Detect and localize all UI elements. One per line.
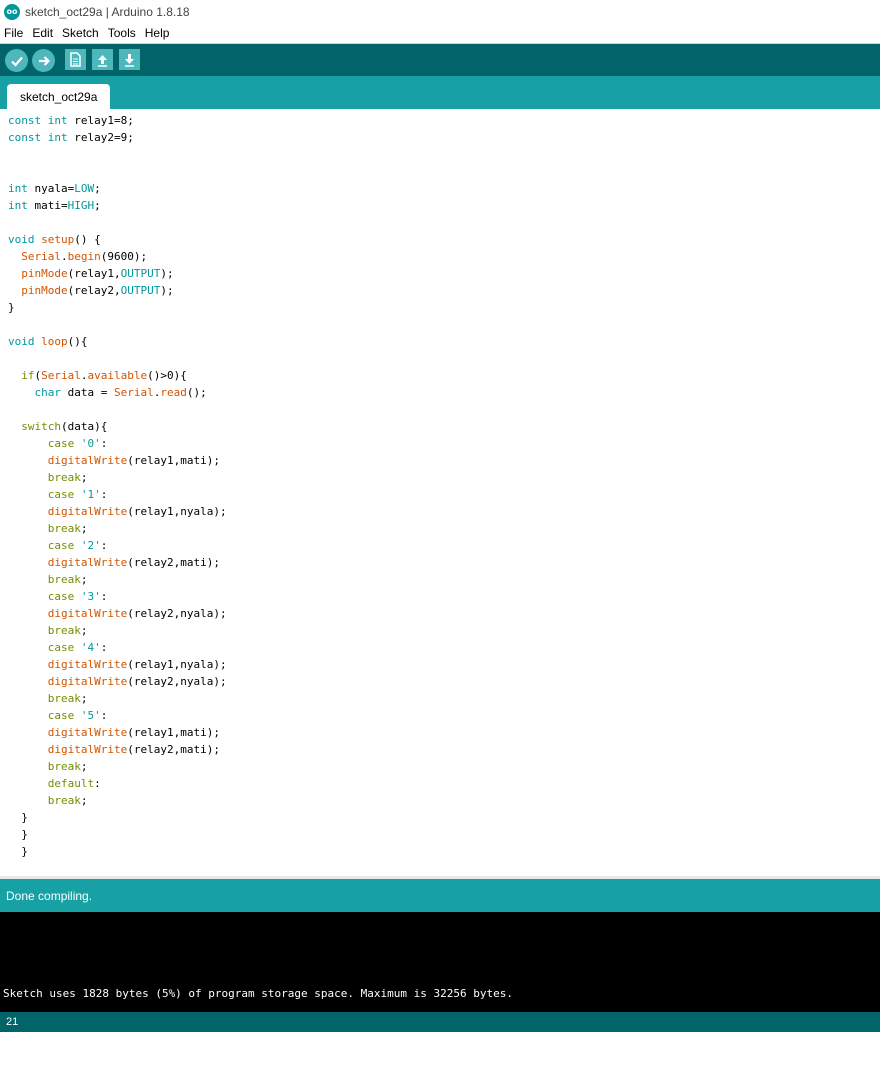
menu-sketch[interactable]: Sketch (58, 26, 104, 40)
code-line: case '0': (47, 437, 108, 450)
code-line: break; (47, 573, 88, 586)
console-line: Global variables use 184 bytes (8%) of d… (3, 1038, 778, 1051)
code-line: switch(data){ (21, 420, 108, 433)
code-line: pinMode(relay1,OUTPUT); (21, 267, 174, 280)
code-line: case '3': (47, 590, 108, 603)
code-line: digitalWrite(relay2,mati); (47, 743, 220, 756)
menu-edit[interactable]: Edit (28, 26, 58, 40)
code-line: const int relay2=9; (8, 131, 134, 144)
menu-help[interactable]: Help (141, 26, 175, 40)
console-output[interactable]: Sketch uses 1828 bytes (5%) of program s… (0, 912, 880, 1051)
code-line: digitalWrite(relay1,mati); (47, 454, 220, 467)
tab-bar: sketch_oct29a (0, 76, 880, 109)
line-number: 21 (6, 1016, 19, 1028)
code-text: const int relay1=8; const int relay2=9; i… (8, 112, 227, 860)
code-line: } (8, 828, 28, 841)
code-line: digitalWrite(relay1,nyala); (47, 658, 227, 671)
open-button[interactable] (92, 49, 113, 70)
code-line: Serial.begin(9600); (21, 250, 148, 263)
title-bar: oo sketch_oct29a | Arduino 1.8.18 (0, 0, 880, 23)
code-line: int nyala=LOW; (8, 182, 101, 195)
code-line: break; (47, 692, 88, 705)
window-title: sketch_oct29a | Arduino 1.8.18 (25, 4, 190, 19)
code-line: } (8, 845, 28, 858)
code-line: void setup() { (8, 233, 101, 246)
code-line: break; (47, 794, 88, 807)
menu-tools[interactable]: Tools (104, 26, 141, 40)
code-line: case '2': (47, 539, 108, 552)
code-line: digitalWrite(relay1,nyala); (47, 505, 227, 518)
code-line: digitalWrite(relay2,nyala); (47, 675, 227, 688)
code-line: const int relay1=8; (8, 114, 134, 127)
verify-icon (10, 56, 23, 67)
save-icon (125, 53, 134, 67)
toolbar (0, 44, 880, 76)
upload-button[interactable] (32, 49, 55, 72)
code-line: digitalWrite(relay2,nyala); (47, 607, 227, 620)
console-line: Sketch uses 1828 bytes (5%) of program s… (3, 987, 513, 1000)
arduino-logo-icon: oo (4, 3, 20, 20)
code-line: case '1': (47, 488, 108, 501)
status-message: Done compiling. (6, 888, 93, 903)
code-line: digitalWrite(relay1,mati); (47, 726, 220, 739)
code-editor[interactable]: const int relay1=8; const int relay2=9; i… (0, 109, 880, 876)
code-line: default: (47, 777, 101, 790)
code-line: void loop(){ (8, 335, 88, 348)
save-button[interactable] (119, 49, 140, 70)
code-line: break; (47, 522, 88, 535)
code-line: digitalWrite(relay2,mati); (47, 556, 220, 569)
new-button[interactable] (65, 49, 86, 70)
code-line: break; (47, 760, 88, 773)
menu-file[interactable]: File (0, 26, 28, 40)
footer-bar: 21 (0, 1012, 880, 1032)
status-bar: Done compiling. (0, 879, 880, 912)
open-icon (98, 54, 107, 67)
upload-icon (38, 55, 50, 66)
code-line: break; (47, 624, 88, 637)
code-line: } (8, 301, 15, 314)
code-line: case '4': (47, 641, 108, 654)
code-line: if(Serial.available()>0){ (21, 369, 187, 382)
menu-bar: File Edit Sketch Tools Help (0, 23, 880, 44)
code-line: case '5': (47, 709, 108, 722)
verify-button[interactable] (5, 49, 28, 72)
code-line: char data = Serial.read(); (34, 386, 207, 399)
tab-sketch[interactable]: sketch_oct29a (7, 84, 111, 109)
code-line: int mati=HIGH; (8, 199, 101, 212)
code-line: pinMode(relay2,OUTPUT); (21, 284, 174, 297)
code-line: } (8, 811, 28, 824)
new-file-icon (70, 52, 81, 67)
code-line: break; (47, 471, 88, 484)
